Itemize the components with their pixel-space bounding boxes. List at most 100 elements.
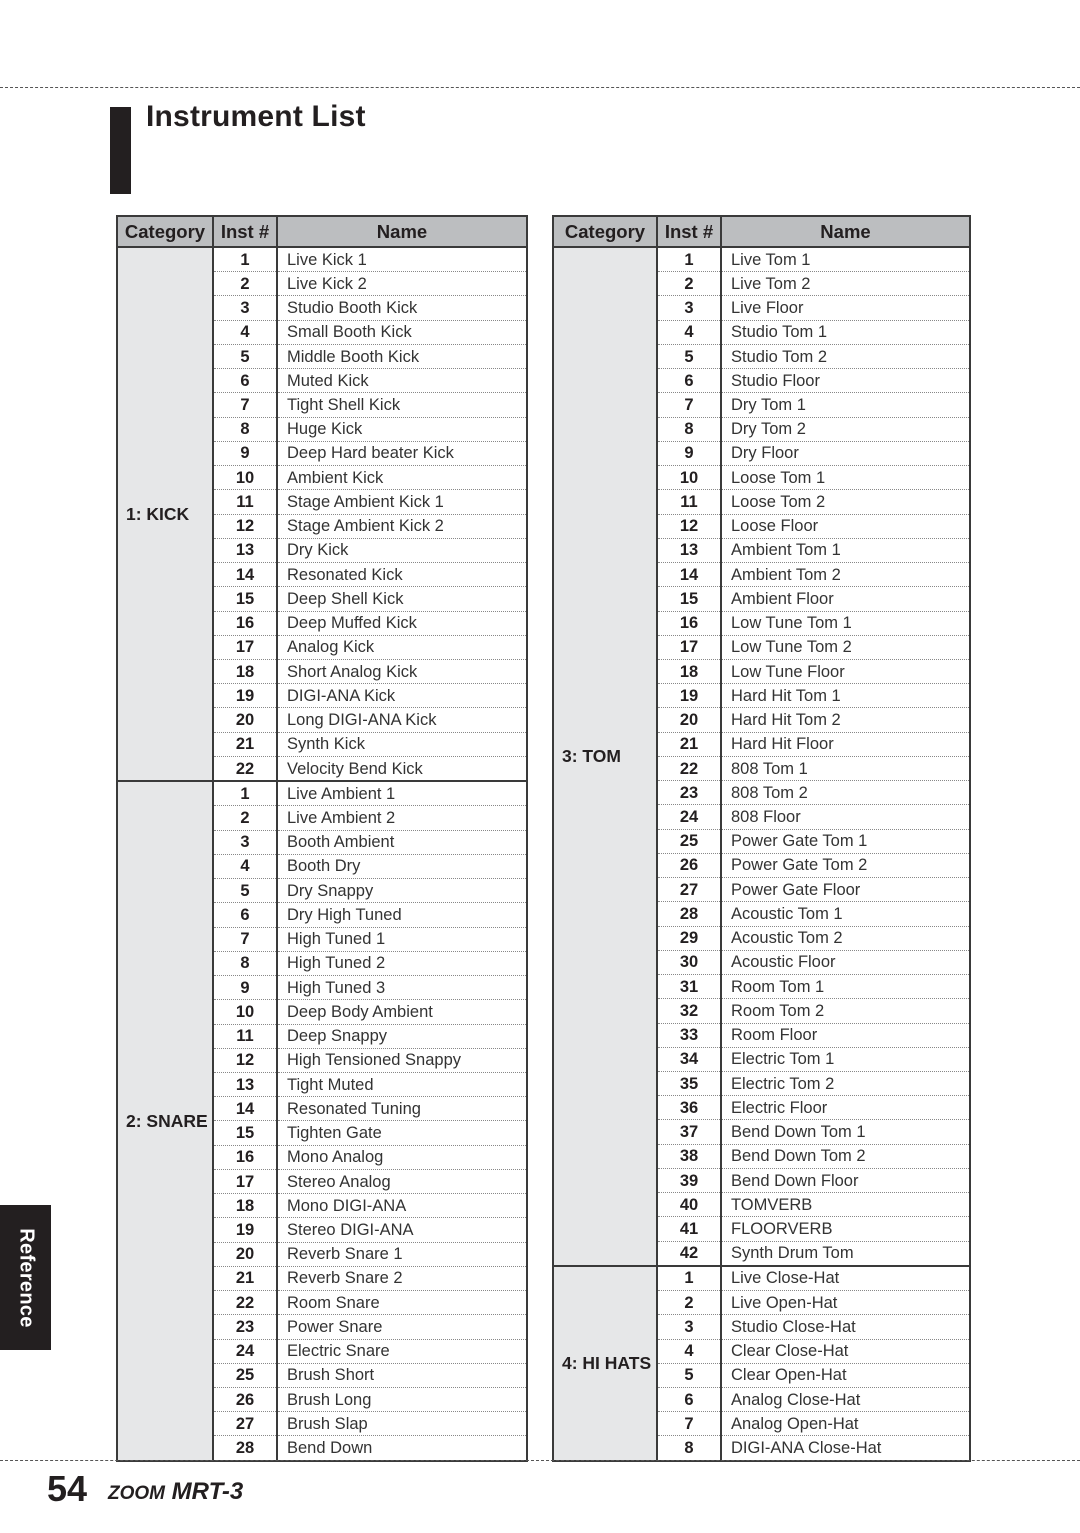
inst-number-cell: 18 — [657, 659, 722, 685]
inst-number-cell: 42 — [657, 1241, 722, 1266]
inst-number-cell: 11 — [657, 489, 722, 515]
table-body: 3: TOM 1 Live Tom 1 2 Live Tom 2 3 Live Floor 4… — [553, 247, 970, 1461]
instrument-name-cell: TOMVERB — [721, 1192, 970, 1218]
inst-number-cell: 27 — [657, 877, 722, 903]
inst-number-cell: 6 — [213, 902, 278, 928]
instrument-name-cell: Reverb Snare 2 — [277, 1266, 527, 1292]
column-header-name: Name — [720, 215, 971, 248]
instrument-name-cell: Dry Snappy — [277, 878, 527, 904]
inst-number-cell: 5 — [213, 344, 278, 370]
inst-number-cell: 26 — [657, 853, 722, 879]
inst-number-cell: 12 — [657, 514, 722, 539]
category-cell: 2: SNARE — [117, 780, 214, 1461]
instrument-name-cell: Analog Kick — [277, 635, 527, 660]
instrument-name-cell: Room Tom 1 — [721, 974, 970, 1000]
inst-number-cell: 22 — [213, 756, 278, 782]
inst-number-cell: 4 — [213, 320, 278, 345]
instrument-name-cell: Room Tom 2 — [721, 998, 970, 1024]
table-body: 1: KICK 1 Live Kick 1 2 Live Kick 2 3 Studio B… — [117, 247, 527, 1461]
instrument-name-cell: Analog Close-Hat — [721, 1387, 970, 1413]
inst-number-cell: 40 — [657, 1192, 722, 1218]
instrument-name-cell: Room Snare — [277, 1290, 527, 1316]
category-cell: 1: KICK — [117, 247, 214, 782]
inst-number-cell: 32 — [657, 998, 722, 1024]
instrument-name-cell: Deep Muffed Kick — [277, 611, 527, 636]
table-row: 4: HI HATS 1 Live Close-Hat — [553, 1264, 970, 1461]
inst-number-cell: 19 — [657, 683, 722, 709]
instrument-name-cell: Dry Floor — [721, 441, 970, 467]
inst-number-cell: 25 — [213, 1363, 278, 1389]
inst-number-cell: 33 — [657, 1023, 722, 1048]
instrument-name-cell: Live Floor — [721, 295, 970, 321]
instrument-name-cell: Booth Dry — [277, 854, 527, 880]
instrument-name-cell: Live Kick 2 — [277, 271, 527, 297]
inst-number-cell: 18 — [213, 1193, 278, 1219]
inst-number-cell: 17 — [213, 635, 278, 660]
instrument-name-cell: Hard Hit Floor — [721, 732, 970, 757]
instrument-name-cell: Low Tune Floor — [721, 659, 970, 685]
inst-number-cell: 25 — [657, 829, 722, 854]
instrument-name-cell: Live Open-Hat — [721, 1290, 970, 1316]
inst-number-cell: 2 — [213, 805, 278, 831]
product-model: MRT-3 — [171, 1478, 244, 1505]
instrument-name-cell: Live Ambient 2 — [277, 805, 527, 831]
inst-number-cell: 19 — [213, 683, 278, 709]
inst-number-cell: 8 — [657, 1435, 722, 1461]
column-header-inst: Inst # — [212, 215, 278, 248]
instrument-name-cell: Ambient Tom 2 — [721, 562, 970, 588]
instrument-name-cell: High Tuned 3 — [277, 975, 527, 1001]
inst-number-cell: 29 — [657, 926, 722, 951]
page-number: 54 — [47, 1468, 88, 1509]
instrument-name-cell: Acoustic Tom 1 — [721, 901, 970, 927]
column-header-name: Name — [276, 215, 528, 248]
inst-number-cell: 22 — [213, 1290, 278, 1316]
instrument-name-cell: Studio Floor — [721, 368, 970, 394]
inst-number-cell: 21 — [657, 732, 722, 757]
instrument-name-cell: Booth Ambient — [277, 830, 527, 855]
inst-number-cell: 31 — [657, 974, 722, 1000]
inst-number-cell: 36 — [657, 1095, 722, 1121]
inst-number-cell: 21 — [213, 1266, 278, 1292]
inst-number-cell: 13 — [657, 538, 722, 564]
instrument-name-cell: Room Floor — [721, 1023, 970, 1048]
instrument-name-cell: Stage Ambient Kick 1 — [277, 489, 527, 515]
instrument-name-cell: Middle Booth Kick — [277, 344, 527, 370]
instrument-name-cell: Synth Kick — [277, 732, 527, 757]
column-header-category: Category — [116, 215, 214, 248]
instrument-name-cell: Velocity Bend Kick — [287, 759, 423, 778]
table-row: 3: TOM 1 Live Tom 1 — [553, 247, 970, 1266]
inst-number-cell: 6 — [657, 1387, 722, 1413]
top-dashed-divider — [0, 87, 1080, 88]
instrument-name-cell: Acoustic Tom 2 — [721, 926, 970, 951]
inst-number-cell: 16 — [213, 611, 278, 636]
table-row: 1: KICK 1 Live Kick 1 — [117, 247, 527, 782]
inst-number-cell: 5 — [213, 878, 278, 904]
inst-number-cell: 41 — [657, 1216, 722, 1242]
instrument-table-right: Category Inst # Name 3: TOM 1 Live Tom 12L… — [552, 215, 971, 1462]
instrument-name-cell: Power Snare — [277, 1314, 527, 1340]
inst-number-cell: 17 — [657, 635, 722, 660]
inst-number-cell: 6 — [657, 368, 722, 394]
instrument-name-cell: Power Gate Tom 2 — [721, 853, 970, 879]
instrument-name-cell: High Tensioned Snappy — [277, 1048, 527, 1073]
instrument-name-cell: Deep Hard beater Kick — [277, 441, 527, 467]
instrument-name-cell: Ambient Floor — [721, 586, 970, 612]
instrument-name-cell: Mono Analog — [277, 1145, 527, 1170]
inst-number-cell: 38 — [657, 1144, 722, 1169]
instrument-table-left: Category Inst # Name 1: KICK 1 Live Kick 1… — [116, 215, 528, 1462]
inst-number-cell: 10 — [213, 465, 278, 491]
instrument-name-cell: Loose Floor — [721, 514, 970, 539]
instrument-name-cell: Bend Down Floor — [721, 1168, 970, 1194]
inst-number-cell: 34 — [657, 1047, 722, 1072]
inst-number-cell: 10 — [657, 465, 722, 491]
inst-number-cell: 28 — [657, 901, 722, 927]
inst-number-cell: 30 — [657, 950, 722, 976]
inst-number-cell: 7 — [657, 392, 722, 418]
instrument-name-cell: FLOORVERB — [721, 1216, 970, 1242]
inst-number-cell: 14 — [657, 562, 722, 588]
instrument-name-cell: Hard Hit Tom 1 — [721, 683, 970, 709]
instrument-name-cell: Live Tom 2 — [721, 271, 970, 297]
inst-number-cell: 2 — [657, 1290, 722, 1316]
table-header-row: Category Inst # Name — [552, 215, 971, 248]
category-cell: 4: HI HATS — [553, 1264, 658, 1461]
